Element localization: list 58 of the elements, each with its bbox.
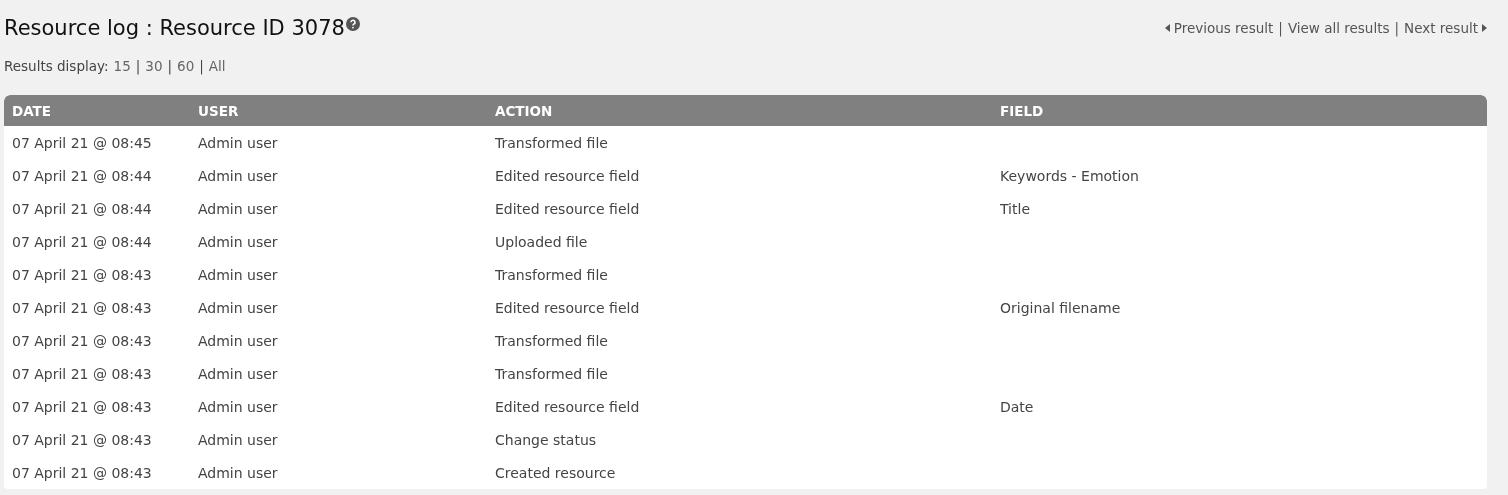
table-cell: 07 April 21 @ 08:43 bbox=[12, 431, 152, 448]
separator: | bbox=[167, 58, 173, 74]
table-cell: Created resource bbox=[495, 464, 616, 481]
table-cell: Admin user bbox=[198, 464, 278, 481]
table-cell: 07 April 21 @ 08:43 bbox=[12, 365, 152, 382]
previous-result-link[interactable]: Previous result bbox=[1164, 20, 1274, 36]
table-cell: 07 April 21 @ 08:43 bbox=[12, 266, 152, 283]
table-cell: Change status bbox=[495, 431, 597, 448]
table-cell: 07 April 21 @ 08:44 bbox=[12, 167, 152, 184]
separator: | bbox=[135, 58, 141, 74]
results-display-label: Results display: bbox=[4, 58, 109, 74]
separator: | bbox=[1394, 20, 1400, 36]
table-cell: Admin user bbox=[198, 365, 278, 382]
next-result-link[interactable]: Next result bbox=[1404, 20, 1487, 36]
table-cell: Admin user bbox=[198, 134, 278, 151]
table-cell: 07 April 21 @ 08:44 bbox=[12, 200, 152, 217]
caret-right-icon bbox=[1482, 24, 1487, 32]
table-cell: Transformed file bbox=[495, 365, 608, 382]
page-title: Resource log : Resource ID 3078 bbox=[4, 15, 345, 42]
results-count-link[interactable]: 60 bbox=[177, 58, 195, 74]
table-cell: Original filename bbox=[1000, 299, 1121, 316]
table-cell: Edited resource field bbox=[495, 398, 640, 415]
table-cell: Transformed file bbox=[495, 266, 608, 283]
table-cell: Keywords - Emotion bbox=[1000, 167, 1139, 184]
help-icon[interactable] bbox=[345, 17, 360, 31]
table-cell: Admin user bbox=[198, 200, 278, 217]
table-cell: Admin user bbox=[198, 233, 278, 250]
table-cell: 07 April 21 @ 08:43 bbox=[12, 398, 152, 415]
column-header: FIELD bbox=[999, 102, 1045, 119]
table-cell: Admin user bbox=[198, 266, 278, 283]
table-cell: Admin user bbox=[198, 167, 278, 184]
column-header: USER bbox=[197, 102, 240, 119]
table-cell: 07 April 21 @ 08:43 bbox=[12, 299, 152, 316]
table-cell: Transformed file bbox=[495, 332, 608, 349]
table-cell: Admin user bbox=[198, 299, 278, 316]
table-cell: 07 April 21 @ 08:43 bbox=[12, 464, 152, 481]
column-header: DATE bbox=[11, 102, 53, 119]
table-cell: 07 April 21 @ 08:43 bbox=[12, 332, 152, 349]
table-cell: Date bbox=[1000, 398, 1034, 415]
separator: | bbox=[199, 58, 204, 74]
caret-left-icon bbox=[1164, 24, 1170, 32]
results-count-link[interactable]: 30 bbox=[145, 58, 163, 74]
table-cell: Admin user bbox=[198, 332, 278, 349]
table-cell: 07 April 21 @ 08:45 bbox=[12, 134, 152, 151]
column-header: ACTION bbox=[494, 102, 554, 119]
table-cell: Title bbox=[1000, 200, 1030, 217]
table-cell: Edited resource field bbox=[495, 200, 640, 217]
separator: | bbox=[1278, 20, 1283, 36]
results-count-link[interactable]: 15 bbox=[113, 58, 131, 74]
table-cell: Edited resource field bbox=[495, 167, 640, 184]
table-cell: Transformed file bbox=[495, 134, 608, 151]
table-cell: 07 April 21 @ 08:44 bbox=[12, 233, 152, 250]
view-all-results-link[interactable]: View all results bbox=[1287, 20, 1390, 36]
results-count-link[interactable]: All bbox=[208, 58, 226, 74]
table-cell: Edited resource field bbox=[495, 299, 640, 316]
table-cell: Admin user bbox=[198, 398, 278, 415]
table-cell: Uploaded file bbox=[495, 233, 588, 250]
table-cell: Admin user bbox=[198, 431, 278, 448]
